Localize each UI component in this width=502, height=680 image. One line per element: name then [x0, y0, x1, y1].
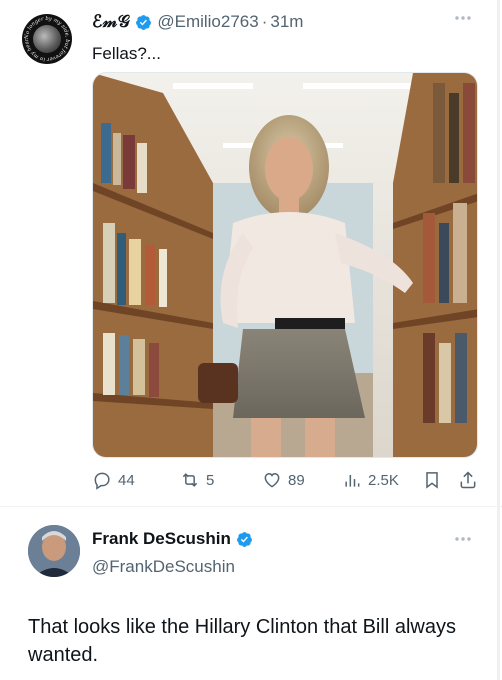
reply-action[interactable]: 44	[92, 470, 135, 490]
verified-badge-icon	[236, 531, 252, 547]
verified-badge-icon	[136, 14, 152, 30]
views-chart-icon	[345, 475, 360, 487]
reply-icon	[94, 472, 110, 490]
more-options-icon[interactable]	[452, 531, 474, 547]
scrollbar[interactable]	[497, 0, 500, 680]
avatar-portrait	[33, 25, 61, 53]
views-action[interactable]: 2.5K	[342, 470, 399, 490]
reply-avatar-portrait	[28, 525, 80, 577]
post-header: ℰ𝓂𝒢 @Emilio2763 · 31m	[92, 12, 303, 32]
more-options-icon[interactable]	[452, 10, 474, 26]
author-avatar[interactable]: No longer by my side, but forever in my …	[22, 14, 72, 64]
reply-author-handle[interactable]: @FrankDeScushin	[92, 557, 235, 577]
heart-icon	[264, 472, 280, 488]
post-action-bar: 44 5 89 2.5K	[92, 470, 478, 494]
reply-author-row: Frank DeScushin	[92, 529, 258, 549]
post-image[interactable]	[92, 72, 478, 458]
bookmark-icon	[426, 472, 438, 489]
repost-count: 5	[206, 471, 215, 489]
repost-icon	[182, 473, 198, 487]
reply-count: 44	[118, 471, 135, 489]
author-handle[interactable]: @Emilio2763	[157, 12, 258, 32]
reply-author-name[interactable]: Frank DeScushin	[92, 529, 231, 549]
repost-action[interactable]: 5	[180, 470, 214, 490]
original-post: No longer by my side, but forever in my …	[0, 0, 502, 505]
library-photo	[93, 73, 477, 457]
post-time[interactable]: 31m	[270, 12, 303, 32]
post-text: Fellas?...	[92, 44, 161, 63]
like-count: 89	[288, 471, 305, 489]
reply-text: That looks like the Hillary Clinton that…	[28, 616, 456, 666]
separator-dot: ·	[261, 12, 268, 31]
author-name[interactable]: ℰ𝓂𝒢	[92, 12, 130, 32]
reply-author-avatar[interactable]	[28, 525, 80, 577]
bookmark-action[interactable]	[422, 470, 442, 490]
share-icon	[460, 471, 476, 489]
reply-post: Frank DeScushin @FrankDeScushin That loo…	[0, 506, 502, 680]
like-action[interactable]: 89	[262, 470, 305, 490]
share-action[interactable]	[458, 470, 478, 490]
views-count: 2.5K	[368, 471, 399, 489]
